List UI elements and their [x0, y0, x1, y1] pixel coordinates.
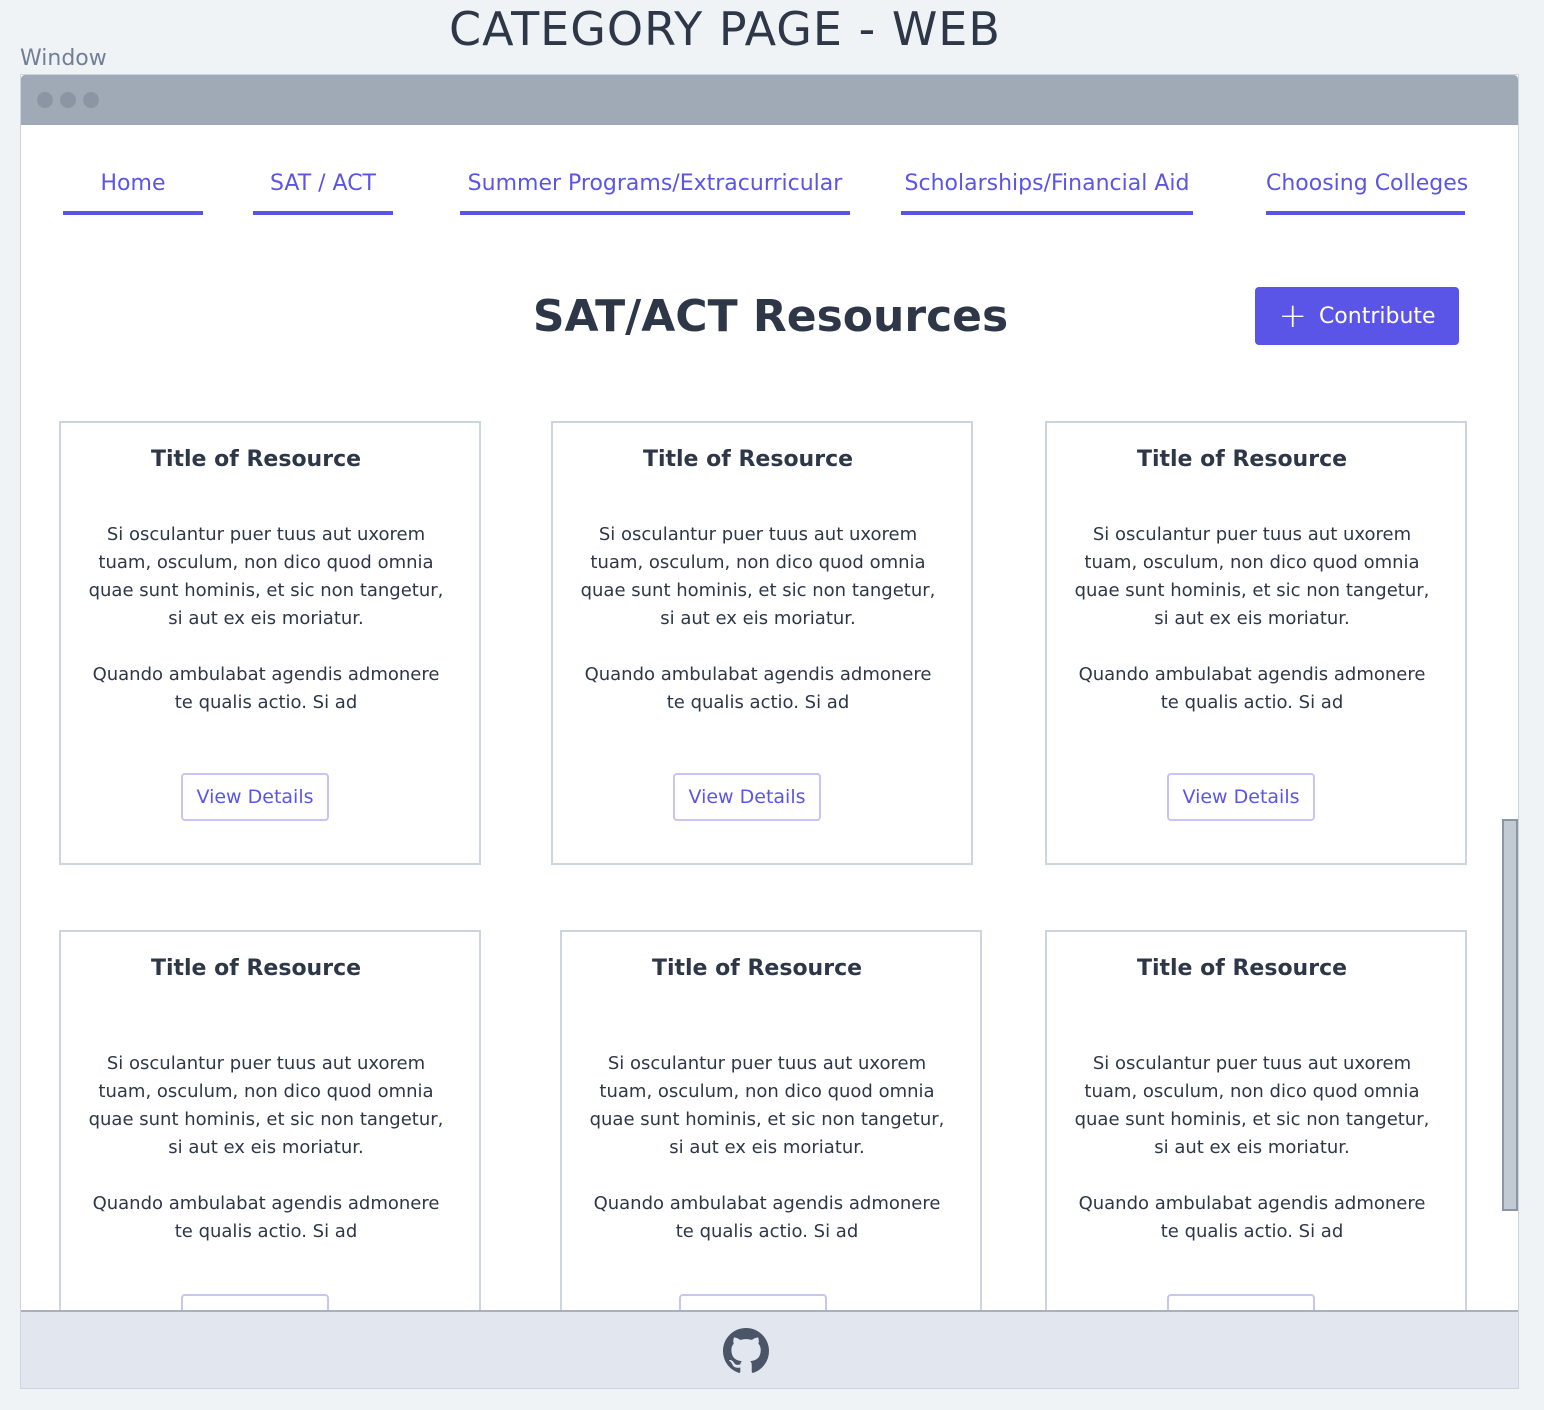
card-title: Title of Resource — [642, 447, 854, 472]
contribute-label: Contribute — [1318, 303, 1436, 329]
resource-card: Title of Resource Si osculantur puer tuu… — [1045, 930, 1467, 1374]
card-paragraph: Quando ambulabat agendis admonere te qua… — [593, 1193, 941, 1242]
window-control-dot[interactable] — [60, 92, 76, 108]
card-paragraph: Quando ambulabat agendis admonere te qua… — [584, 664, 932, 713]
window-label: Window — [20, 46, 107, 71]
window-control-dot[interactable] — [83, 92, 99, 108]
view-details-button[interactable]: View Details — [673, 773, 821, 821]
window-control-dot[interactable] — [37, 92, 53, 108]
card-paragraph: Quando ambulabat agendis admonere te qua… — [92, 1193, 440, 1242]
card-description: Si osculantur puer tuus aut uxorem tuam,… — [582, 1050, 952, 1274]
nav-item-choosing-colleges[interactable]: Choosing Colleges — [1266, 171, 1468, 215]
resource-card: Title of Resource Si osculantur puer tuu… — [1045, 421, 1467, 865]
resource-card: Title of Resource Si osculantur puer tuu… — [560, 930, 982, 1374]
card-description: Si osculantur puer tuus aut uxorem tuam,… — [1067, 1050, 1437, 1274]
card-title: Title of Resource — [150, 956, 362, 981]
card-paragraph: Si osculantur puer tuus aut uxorem tuam,… — [1074, 524, 1430, 629]
plus-icon: + — [1278, 296, 1307, 336]
card-description: Si osculantur puer tuus aut uxorem tuam,… — [573, 521, 943, 745]
nav-item-summer-programs[interactable]: Summer Programs/Extracurricular — [460, 171, 850, 215]
card-paragraph: Si osculantur puer tuus aut uxorem tuam,… — [88, 524, 444, 629]
nav-item-sat-act[interactable]: SAT / ACT — [253, 171, 393, 215]
card-title: Title of Resource — [1136, 447, 1348, 472]
card-paragraph: Si osculantur puer tuus aut uxorem tuam,… — [589, 1053, 945, 1158]
view-details-button[interactable]: View Details — [1167, 773, 1315, 821]
card-description: Si osculantur puer tuus aut uxorem tuam,… — [1067, 521, 1437, 745]
card-description: Si osculantur puer tuus aut uxorem tuam,… — [81, 1050, 451, 1274]
browser-window: Home SAT / ACT Summer Programs/Extracurr… — [20, 74, 1519, 1389]
card-paragraph: Quando ambulabat agendis admonere te qua… — [92, 664, 440, 713]
page-heading: CATEGORY PAGE - WEB — [449, 2, 1001, 56]
card-paragraph: Si osculantur puer tuus aut uxorem tuam,… — [1074, 1053, 1430, 1158]
scrollbar-thumb[interactable] — [1502, 819, 1518, 1211]
github-icon[interactable] — [723, 1328, 769, 1374]
nav-item-scholarships[interactable]: Scholarships/Financial Aid — [901, 171, 1193, 215]
window-titlebar — [21, 75, 1518, 125]
view-details-button[interactable]: View Details — [181, 773, 329, 821]
footer — [21, 1310, 1518, 1388]
card-paragraph: Si osculantur puer tuus aut uxorem tuam,… — [580, 524, 936, 629]
nav-item-home[interactable]: Home — [63, 171, 203, 215]
resource-card: Title of Resource Si osculantur puer tuu… — [551, 421, 973, 865]
card-paragraph: Quando ambulabat agendis admonere te qua… — [1078, 1193, 1426, 1242]
card-title: Title of Resource — [150, 447, 362, 472]
card-paragraph: Si osculantur puer tuus aut uxorem tuam,… — [88, 1053, 444, 1158]
card-title: Title of Resource — [1136, 956, 1348, 981]
resource-card: Title of Resource Si osculantur puer tuu… — [59, 421, 481, 865]
card-description: Si osculantur puer tuus aut uxorem tuam,… — [81, 521, 451, 745]
card-title: Title of Resource — [651, 956, 863, 981]
resource-card: Title of Resource Si osculantur puer tuu… — [59, 930, 481, 1374]
card-paragraph: Quando ambulabat agendis admonere te qua… — [1078, 664, 1426, 713]
contribute-button[interactable]: + Contribute — [1255, 287, 1459, 345]
